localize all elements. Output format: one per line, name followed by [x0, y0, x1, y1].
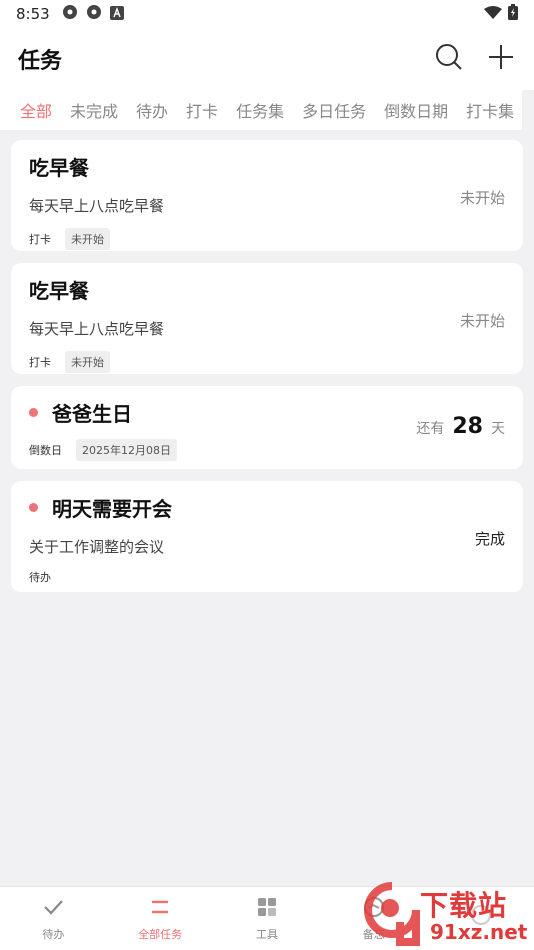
- tab-countdown[interactable]: 倒数日期: [384, 98, 448, 122]
- status-bar: 8:53: [0, 0, 534, 28]
- watermark-text: 下载站: [420, 889, 508, 922]
- task-card[interactable]: 吃早餐 每天早上八点吃早餐 未开始 打卡 未开始: [11, 140, 523, 251]
- task-title: 吃早餐: [29, 279, 89, 303]
- task-status: 未开始: [459, 312, 505, 330]
- task-type: 倒数日: [29, 444, 62, 457]
- status-icons-left: [62, 4, 124, 24]
- task-type: 打卡: [29, 356, 51, 369]
- task-tags: 倒数日 2025年12月08日: [29, 439, 505, 461]
- watermark-url: 91xz.net: [430, 920, 528, 944]
- task-description: 每天早上八点吃早餐: [29, 320, 165, 338]
- settings-gear-icon: [62, 4, 78, 24]
- task-card[interactable]: 吃早餐 每天早上八点吃早餐 未开始 打卡 未开始: [11, 263, 523, 374]
- check-icon: [42, 896, 64, 922]
- countdown-card[interactable]: 爸爸生日 倒数日 2025年12月08日 还有 28 天: [11, 386, 523, 469]
- tab-checkin-set[interactable]: 打卡集: [466, 98, 514, 122]
- countdown-value: 28: [452, 414, 483, 439]
- task-title: 明天需要开会: [52, 497, 172, 521]
- a-app-icon: [109, 5, 124, 24]
- search-icon: [435, 43, 463, 75]
- countdown: 还有 28 天: [416, 414, 505, 439]
- status-time: 8:53: [16, 5, 50, 23]
- tab-task-set[interactable]: 任务集: [236, 98, 284, 122]
- battery-icon: [508, 4, 518, 24]
- task-tags: 打卡 未开始: [29, 351, 505, 373]
- task-tags: 打卡 未开始: [29, 228, 505, 250]
- task-card[interactable]: 明天需要开会 关于工作调整的会议 完成 待办: [11, 481, 523, 592]
- task-type: 待办: [29, 571, 51, 584]
- nav-tools[interactable]: 工具: [214, 887, 321, 950]
- tab-todo[interactable]: 待办: [136, 98, 168, 122]
- header-actions: [434, 44, 516, 74]
- task-status: 完成: [474, 530, 505, 548]
- nav-label: 全部任务: [138, 927, 183, 941]
- status-badge: 未开始: [65, 351, 110, 373]
- priority-dot: [29, 408, 38, 417]
- search-button[interactable]: [434, 44, 464, 74]
- app-screen: 8:53 任务 全部 未完成 待办 打卡 任务集 多日任务 倒数日期 打卡集 吃…: [0, 0, 534, 950]
- grid-icon: [256, 896, 278, 922]
- plus-icon: [488, 44, 514, 74]
- date-badge: 2025年12月08日: [76, 439, 177, 461]
- nav-todo[interactable]: 待办: [0, 887, 107, 950]
- page-title: 任务: [18, 49, 63, 74]
- wifi-icon: [484, 5, 502, 24]
- tab-multi-day[interactable]: 多日任务: [302, 98, 366, 122]
- task-title: 吃早餐: [29, 156, 89, 180]
- nav-label: 工具: [255, 927, 278, 941]
- countdown-prefix: 还有: [416, 421, 445, 437]
- settings-gear-icon: [86, 4, 102, 24]
- task-tags: 待办: [29, 569, 505, 585]
- tabs-scroll-edge: [522, 90, 534, 130]
- add-task-button[interactable]: [486, 44, 516, 74]
- task-list: 吃早餐 每天早上八点吃早餐 未开始 打卡 未开始 吃早餐 每天早上八点吃早餐 未…: [11, 140, 523, 604]
- nav-all-tasks[interactable]: 全部任务: [107, 887, 214, 950]
- tab-checkin[interactable]: 打卡: [186, 98, 218, 122]
- task-type: 打卡: [29, 233, 51, 246]
- category-tabs: 全部 未完成 待办 打卡 任务集 多日任务 倒数日期 打卡集: [0, 90, 534, 130]
- task-description: 关于工作调整的会议: [29, 538, 165, 556]
- tab-all[interactable]: 全部: [20, 98, 52, 122]
- task-title-row: 明天需要开会: [29, 493, 505, 522]
- app-header: 任务: [0, 28, 534, 90]
- tab-incomplete[interactable]: 未完成: [70, 98, 118, 122]
- countdown-unit: 天: [491, 421, 505, 437]
- status-badge: 未开始: [65, 228, 110, 250]
- menu-lines-icon: [149, 896, 171, 922]
- task-description: 每天早上八点吃早餐: [29, 197, 165, 215]
- task-title: 爸爸生日: [52, 402, 132, 426]
- nav-label: 待办: [42, 927, 65, 941]
- status-icons-right: [484, 4, 518, 24]
- priority-dot: [29, 503, 38, 512]
- watermark: 下载站 91xz.net: [360, 880, 534, 950]
- task-status: 未开始: [459, 189, 505, 207]
